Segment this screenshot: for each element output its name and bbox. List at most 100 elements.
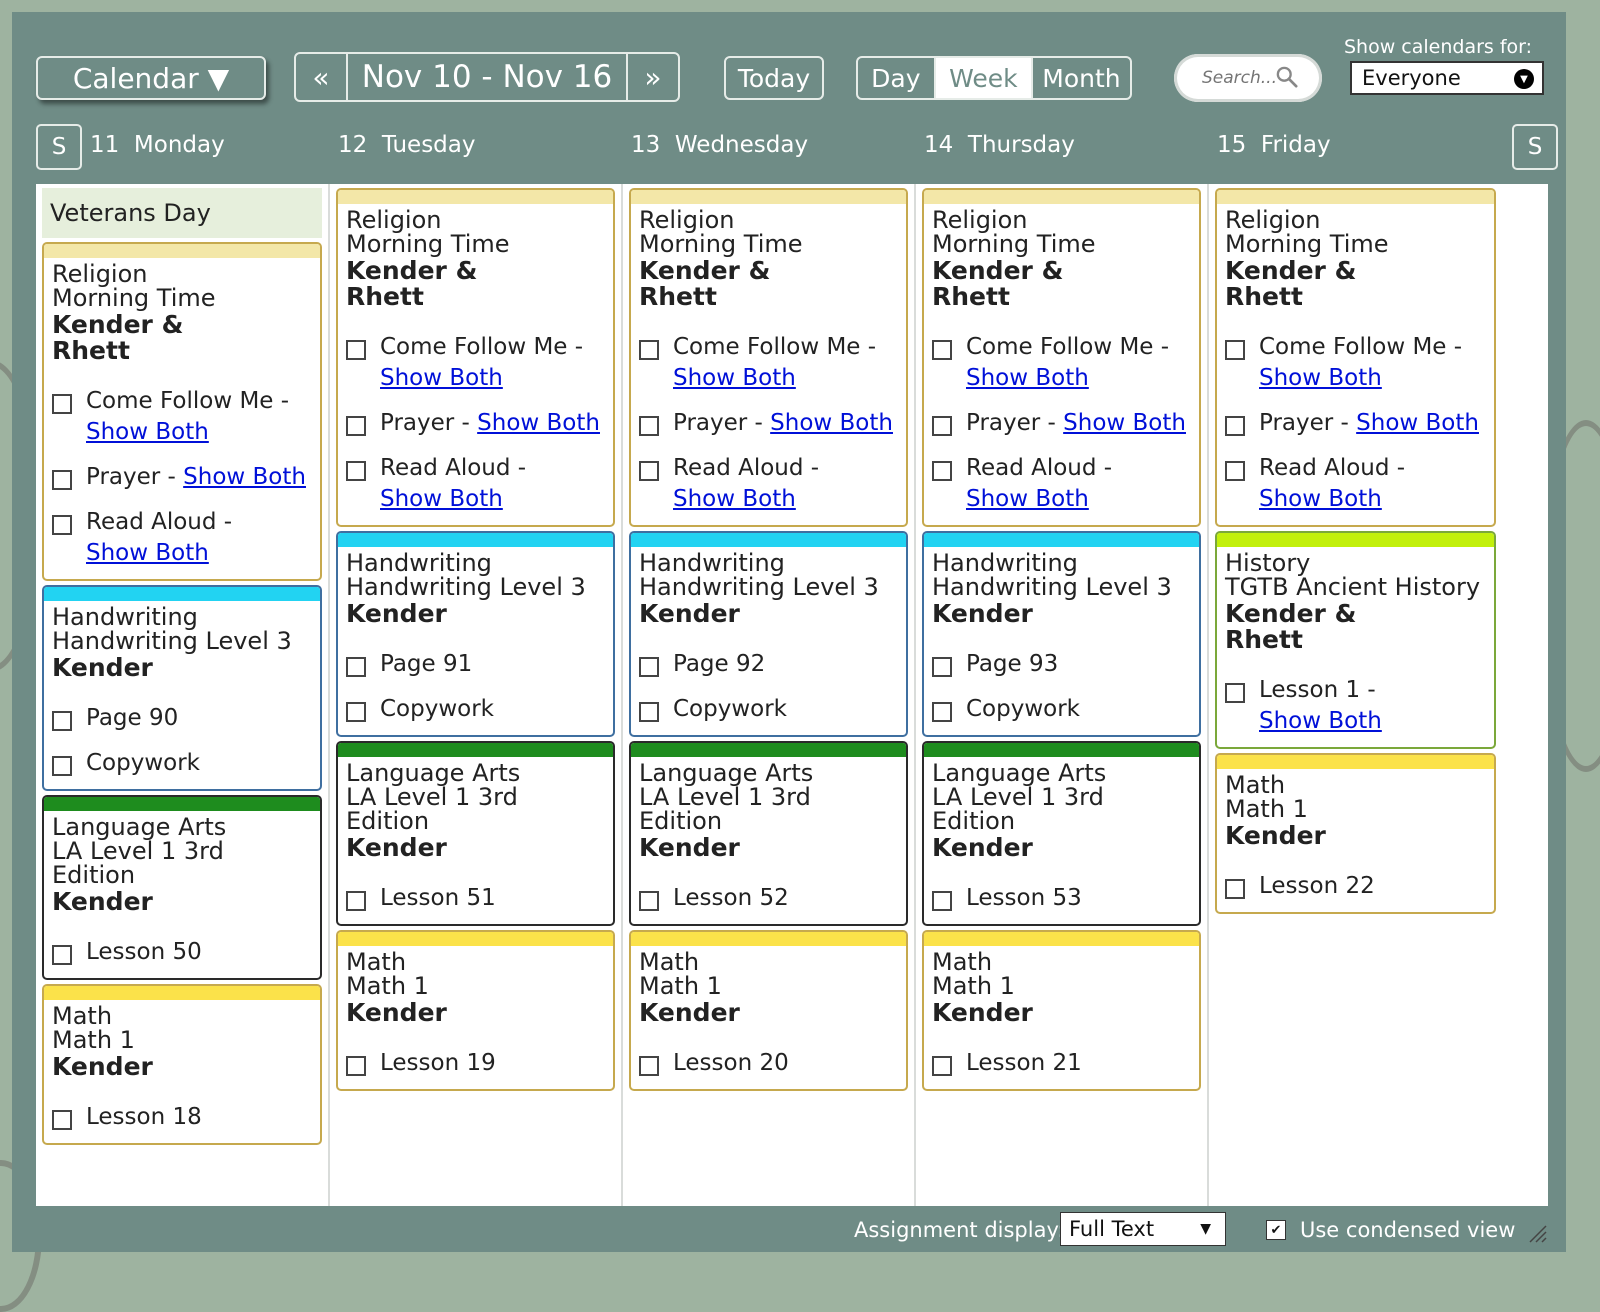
course-name: Morning Time — [932, 230, 1096, 258]
lesson-card[interactable]: Language Arts LA Level 1 3rd Edition Kende… — [629, 741, 908, 926]
next-week-button[interactable]: » — [628, 54, 678, 100]
assignment-checkbox[interactable] — [52, 515, 72, 535]
show-both-link[interactable]: Show Both — [380, 486, 503, 512]
day-date: 14 — [924, 132, 954, 158]
lesson-card-body: Language Arts LA Level 1 3rd Edition Kende… — [631, 757, 906, 924]
assignment-checkbox[interactable] — [932, 416, 952, 436]
lesson-card[interactable]: Language Arts LA Level 1 3rd Edition Kende… — [922, 741, 1201, 926]
lesson-card[interactable]: History TGTB Ancient History Kender & Rhet… — [1215, 531, 1496, 749]
search-box[interactable] — [1174, 54, 1322, 102]
assignment-checkbox[interactable] — [932, 461, 952, 481]
show-calendars-select[interactable]: Everyone ▼ — [1350, 61, 1544, 95]
course-name: Morning Time — [346, 230, 510, 258]
lesson-card[interactable]: Math Math 1 Kender Lesson 21 — [922, 930, 1201, 1091]
show-both-link[interactable]: Show Both — [966, 365, 1089, 391]
lesson-card[interactable]: Math Math 1 Kender Lesson 22 — [1215, 753, 1496, 914]
lesson-card[interactable]: Math Math 1 Kender Lesson 19 — [336, 930, 615, 1091]
assignment-checkbox[interactable] — [52, 756, 72, 776]
subject-color-bar — [924, 190, 1199, 204]
show-both-link[interactable]: Show Both — [86, 419, 209, 445]
assignment-checkbox[interactable] — [1225, 879, 1245, 899]
previous-week-button[interactable]: « — [296, 54, 346, 100]
student-name: Kender — [932, 998, 1033, 1027]
assignment-checkbox[interactable] — [346, 657, 366, 677]
show-both-link[interactable]: Show Both — [477, 410, 600, 436]
lesson-card[interactable]: Handwriting Handwriting Level 3 Kender Page… — [336, 531, 615, 737]
assignment-display-select[interactable]: Full Text ▼ — [1060, 1212, 1226, 1246]
view-week-button[interactable]: Week — [933, 58, 1031, 98]
assignment-checkbox[interactable] — [932, 891, 952, 911]
search-icon[interactable] — [1276, 66, 1298, 88]
assignment-item: Prayer - Show Both — [1225, 408, 1486, 439]
assignment-checkbox[interactable] — [52, 394, 72, 414]
resize-handle-icon[interactable] — [1526, 1222, 1548, 1244]
show-both-link[interactable]: Show Both — [1063, 410, 1186, 436]
assignment-checkbox[interactable] — [52, 470, 72, 490]
show-both-link[interactable]: Show Both — [673, 365, 796, 391]
assignment-checkbox[interactable] — [346, 340, 366, 360]
assignment-checkbox[interactable] — [1225, 461, 1245, 481]
assignment-checkbox[interactable] — [639, 891, 659, 911]
assignment-checkbox[interactable] — [52, 711, 72, 731]
view-month-button[interactable]: Month — [1030, 58, 1130, 98]
assignment-checkbox[interactable] — [346, 461, 366, 481]
assignment-checkbox[interactable] — [52, 1110, 72, 1130]
lesson-card[interactable]: Language Arts LA Level 1 3rd Edition Kende… — [42, 795, 322, 980]
assignment-checkbox[interactable] — [1225, 416, 1245, 436]
show-both-link[interactable]: Show Both — [1259, 486, 1382, 512]
lesson-card[interactable]: Handwriting Handwriting Level 3 Kender Page… — [42, 585, 322, 791]
lesson-card[interactable]: Religion Morning Time Kender & Rhett Come F… — [1215, 188, 1496, 527]
show-both-link[interactable]: Show Both — [183, 464, 306, 490]
calendar-menu-button[interactable]: Calendar ▼ — [36, 56, 266, 100]
assignment-checkbox[interactable] — [639, 1056, 659, 1076]
assignment-checkbox[interactable] — [346, 1056, 366, 1076]
show-both-link[interactable]: Show Both — [1259, 708, 1382, 734]
show-both-link[interactable]: Show Both — [1259, 365, 1382, 391]
assignment-checkbox[interactable] — [932, 657, 952, 677]
assignment-item: Lesson 20 — [639, 1048, 898, 1079]
assignment-checkbox[interactable] — [932, 1056, 952, 1076]
assignment-checkbox[interactable] — [1225, 683, 1245, 703]
assignment-checkbox[interactable] — [639, 702, 659, 722]
show-both-link[interactable]: Show Both — [770, 410, 893, 436]
next-weekend-button[interactable]: S — [1512, 124, 1558, 170]
assignment-checkbox[interactable] — [346, 416, 366, 436]
view-day-button[interactable]: Day — [858, 58, 934, 98]
assignment-checkbox[interactable] — [639, 416, 659, 436]
assignment-checkbox[interactable] — [1225, 340, 1245, 360]
show-both-link[interactable]: Show Both — [1356, 410, 1479, 436]
condensed-view-checkbox[interactable]: ✔ — [1266, 1220, 1286, 1240]
lesson-card[interactable]: Religion Morning Time Kender & Rhett Come F… — [336, 188, 615, 527]
assignment-checkbox[interactable] — [346, 702, 366, 722]
lesson-card[interactable]: Religion Morning Time Kender & Rhett Come F… — [922, 188, 1201, 527]
lesson-card[interactable]: Religion Morning Time Kender & Rhett Come F… — [42, 242, 322, 581]
lesson-card[interactable]: Math Math 1 Kender Lesson 18 — [42, 984, 322, 1145]
show-both-link[interactable]: Show Both — [86, 540, 209, 566]
assignment-checkbox[interactable] — [932, 702, 952, 722]
assignment-item: Page 90 — [52, 703, 312, 734]
assignment-checkbox[interactable] — [346, 891, 366, 911]
today-button[interactable]: Today — [724, 56, 824, 100]
lesson-card[interactable]: Handwriting Handwriting Level 3 Kender Page… — [629, 531, 908, 737]
search-input[interactable] — [1200, 67, 1280, 89]
show-both-link[interactable]: Show Both — [673, 486, 796, 512]
subject-color-bar — [631, 743, 906, 757]
course-name: Handwriting Level 3 — [52, 627, 292, 655]
assignment-checkbox[interactable] — [639, 657, 659, 677]
condensed-view-toggle[interactable]: ✔ Use condensed view — [1266, 1218, 1515, 1242]
lesson-card[interactable]: Language Arts LA Level 1 3rd Edition Kende… — [336, 741, 615, 926]
assignment-checkbox[interactable] — [639, 340, 659, 360]
holiday-banner: Veterans Day — [42, 188, 322, 238]
lesson-card-body: Language Arts LA Level 1 3rd Edition Kende… — [44, 811, 320, 978]
assignment-checkbox[interactable] — [639, 461, 659, 481]
show-both-link[interactable]: Show Both — [380, 365, 503, 391]
lesson-card[interactable]: Math Math 1 Kender Lesson 20 — [629, 930, 908, 1091]
show-both-link[interactable]: Show Both — [966, 486, 1089, 512]
lesson-card[interactable]: Handwriting Handwriting Level 3 Kender Page… — [922, 531, 1201, 737]
assignment-display-value: Full Text — [1069, 1217, 1155, 1241]
assignment-text: Read Aloud - — [673, 455, 820, 481]
assignment-checkbox[interactable] — [52, 945, 72, 965]
previous-weekend-button[interactable]: S — [36, 124, 82, 170]
lesson-card[interactable]: Religion Morning Time Kender & Rhett Come F… — [629, 188, 908, 527]
assignment-checkbox[interactable] — [932, 340, 952, 360]
